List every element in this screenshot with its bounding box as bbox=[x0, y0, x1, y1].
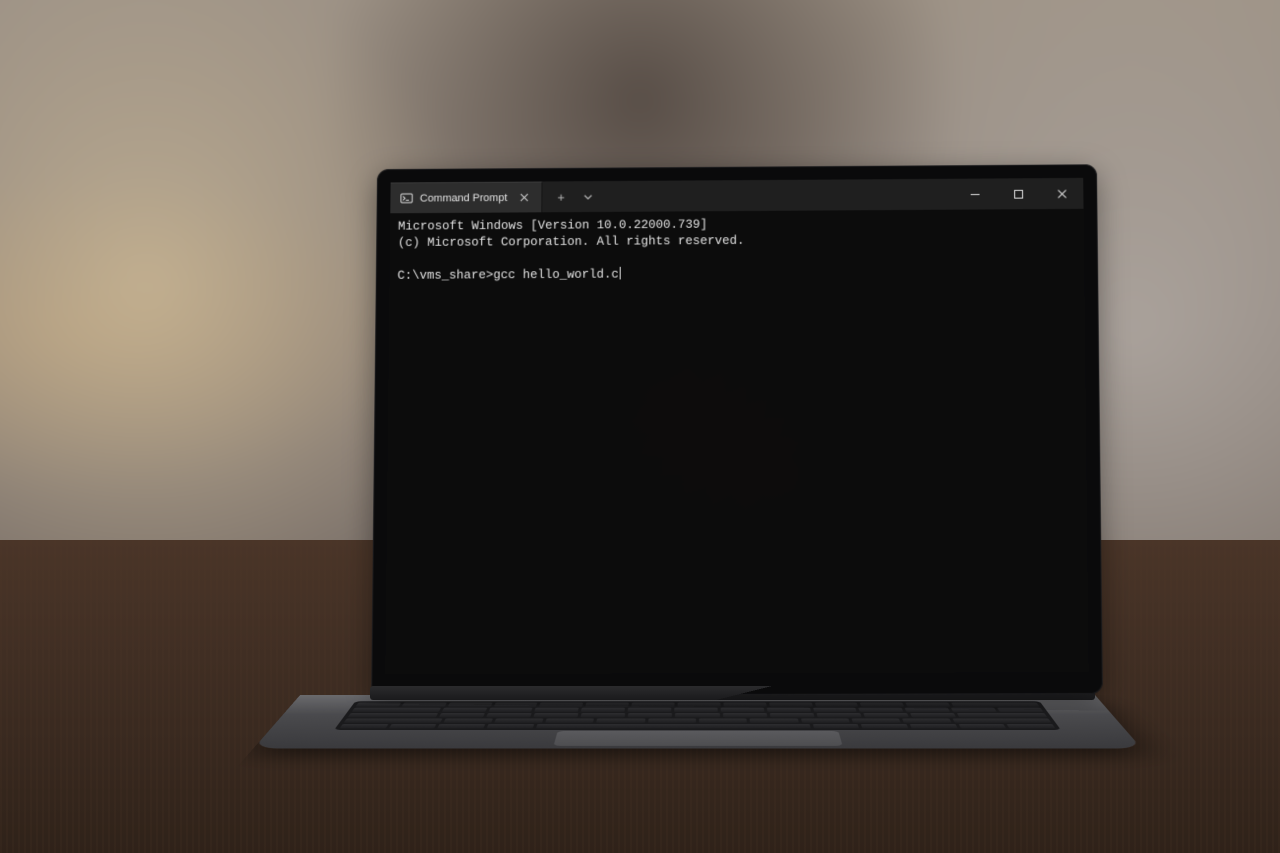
prompt: C:\vms_share> bbox=[397, 268, 493, 282]
tab-command-prompt[interactable]: Command Prompt bbox=[390, 181, 542, 213]
command-input[interactable]: gcc hello_world.c bbox=[493, 267, 619, 281]
close-button[interactable] bbox=[1040, 178, 1084, 209]
laptop: Command Prompt + bbox=[250, 130, 1150, 850]
text-cursor bbox=[620, 266, 621, 279]
titlebar-drag-region[interactable] bbox=[606, 179, 953, 212]
new-tab-button[interactable]: + bbox=[550, 186, 572, 207]
laptop-screen-bezel: Command Prompt + bbox=[371, 164, 1103, 696]
keyboard bbox=[334, 701, 1061, 730]
terminal-output-area[interactable]: Microsoft Windows [Version 10.0.22000.73… bbox=[385, 209, 1088, 674]
laptop-base bbox=[253, 695, 1142, 749]
cmd-icon bbox=[400, 192, 413, 205]
laptop-screen-module: Command Prompt + bbox=[371, 164, 1103, 696]
desktop-wallpaper bbox=[385, 178, 1088, 674]
terminal-window: Command Prompt + bbox=[385, 178, 1088, 674]
window-titlebar[interactable]: Command Prompt + bbox=[390, 178, 1083, 213]
tab-dropdown-button[interactable] bbox=[577, 186, 599, 207]
banner-line-2: (c) Microsoft Corporation. All rights re… bbox=[398, 234, 745, 250]
tabbar-actions: + bbox=[542, 181, 606, 212]
trackpad bbox=[553, 731, 842, 746]
tab-title: Command Prompt bbox=[420, 192, 509, 204]
tab-close-button[interactable] bbox=[516, 190, 532, 206]
banner-line-1: Microsoft Windows [Version 10.0.22000.73… bbox=[398, 218, 708, 233]
laptop-screen: Command Prompt + bbox=[385, 178, 1088, 674]
minimize-button[interactable] bbox=[953, 178, 997, 209]
maximize-button[interactable] bbox=[996, 178, 1040, 209]
